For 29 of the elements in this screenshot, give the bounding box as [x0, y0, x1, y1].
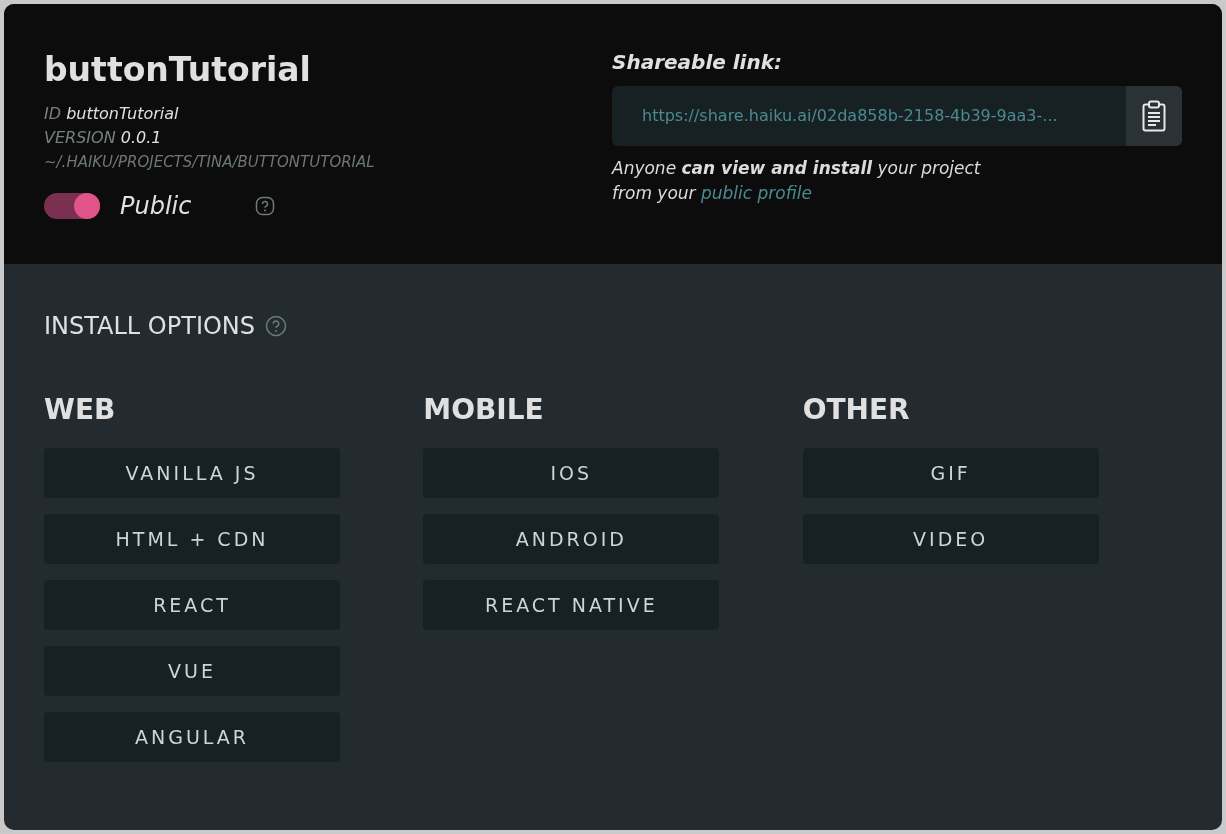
copy-button[interactable]	[1126, 86, 1182, 146]
install-option-button[interactable]: VIDEO	[802, 514, 1099, 564]
install-options-heading: INSTALL OPTIONS	[44, 311, 256, 342]
public-toggle[interactable]	[44, 193, 100, 219]
install-option-button[interactable]: VUE	[44, 646, 340, 696]
version-label: VERSION	[44, 128, 116, 147]
install-option-button[interactable]: HTML + CDN	[44, 514, 340, 564]
id-value: buttonTutorial	[66, 104, 179, 123]
share-description: Anyone can view and install your project from your public profile	[612, 157, 982, 205]
public-label: Public	[120, 191, 192, 222]
install-option-button[interactable]: ANGULAR	[44, 712, 340, 762]
public-profile-link[interactable]: public profile	[700, 183, 812, 203]
help-icon[interactable]	[255, 196, 276, 216]
project-path: ~/.HAIKU/PROJECTS/TINA/BUTTONTUTORIAL	[44, 152, 376, 173]
project-title: buttonTutorial	[44, 49, 312, 91]
install-option-button[interactable]: REACT	[44, 580, 340, 630]
group-heading: MOBILE	[423, 394, 545, 426]
group-heading: OTHER	[802, 394, 911, 426]
install-option-button[interactable]: VANILLA JS	[44, 448, 340, 498]
install-option-button[interactable]: IOS	[423, 448, 720, 498]
shareable-link-heading: Shareable link:	[612, 49, 783, 76]
install-option-button[interactable]: REACT NATIVE	[423, 580, 720, 630]
install-option-button[interactable]: ANDROID	[423, 514, 720, 564]
version-value: 0.0.1	[120, 128, 162, 147]
help-icon[interactable]	[265, 315, 288, 337]
id-label: ID	[44, 104, 62, 123]
install-option-button[interactable]: GIF	[802, 448, 1099, 498]
clipboard-icon	[1142, 100, 1166, 132]
group-heading: WEB	[44, 394, 117, 426]
